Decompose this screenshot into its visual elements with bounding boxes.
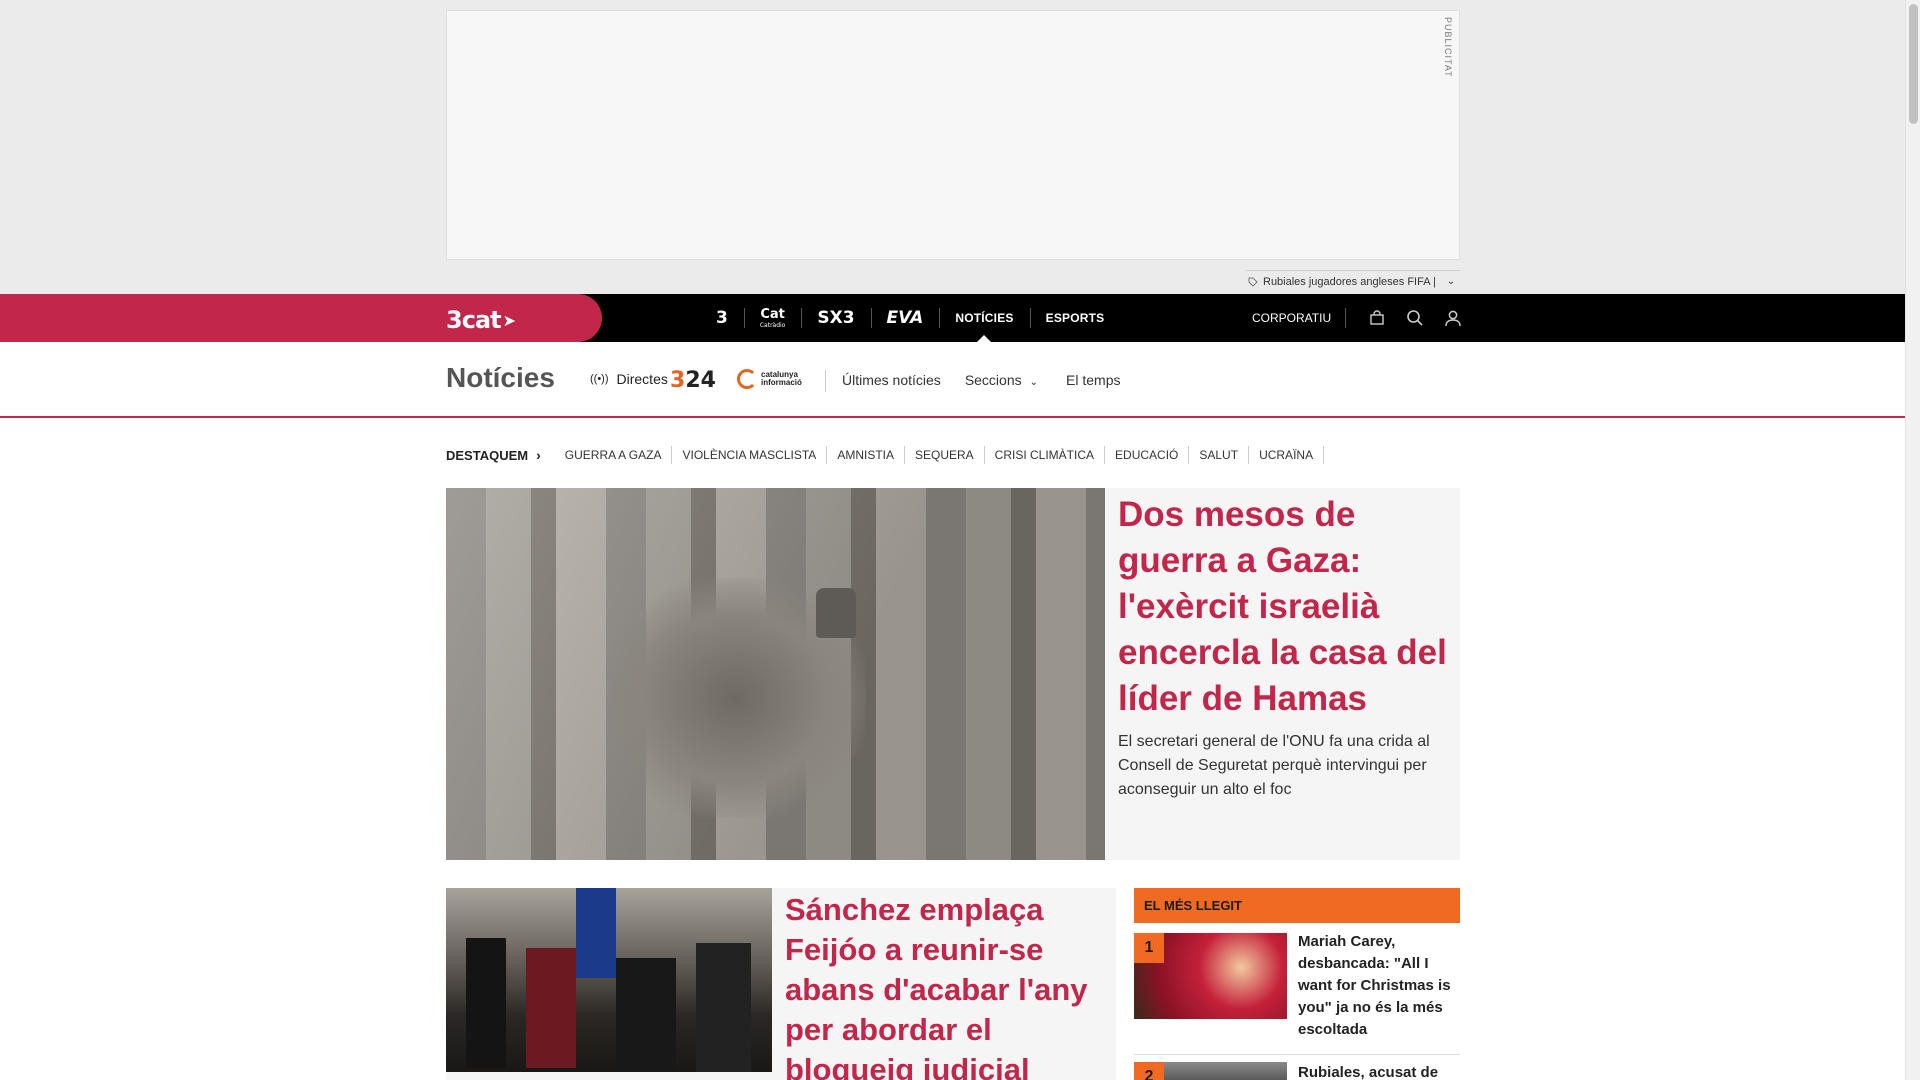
seccions-dropdown[interactable]: Seccions ⌄ [965, 372, 1038, 388]
tag-item[interactable]: CRISI CLIMÀTICA [985, 446, 1106, 464]
ad-label: PUBLICITAT [1443, 17, 1453, 78]
brand-arrow-icon: ➤ [502, 310, 516, 330]
top-right-actions: CORPORATIU [1240, 294, 1472, 342]
ad-zone: PUBLICITAT Rubiales jugadores angleses F… [0, 0, 1905, 294]
ad-topic-tag[interactable]: Rubiales jugadores angleses FIFA | ⌄ [1246, 270, 1460, 292]
rank-badge: 2 [1134, 1062, 1164, 1080]
most-read-item[interactable]: 1 Mariah Carey, desbancada: "All I want … [1134, 923, 1460, 1055]
rank-badge: 1 [1134, 933, 1164, 963]
destaquem-label[interactable]: DESTAQUEM › [446, 447, 541, 463]
article-image[interactable] [446, 888, 772, 1072]
most-read-item[interactable]: 2 Rubiales, acusat de [1134, 1062, 1460, 1080]
brand-zone: 3cat ➤ [0, 294, 602, 342]
most-read-title[interactable]: Mariah Carey, desbancada: "All I want fo… [1298, 931, 1456, 1041]
el-temps-link[interactable]: El temps [1066, 372, 1120, 388]
chevron-right-icon: › [536, 447, 541, 463]
highlight-tags: DESTAQUEM › GUERRA A GAZA VIOLÈNCIA MASCL… [446, 445, 1325, 465]
section-nav: Notícies ((•)) Directes 3 24 catalunya in… [0, 342, 1905, 418]
tag-item[interactable]: VIOLÈNCIA MASCLISTA [672, 446, 828, 464]
most-read-title[interactable]: Rubiales, acusat de [1298, 1062, 1456, 1080]
channel-noticies[interactable]: NOTÍCIES [939, 294, 1029, 342]
hero-text: Dos mesos de guerra a Gaza: l'exèrcit is… [1118, 488, 1448, 802]
channel-list: 3 Cat Catràdio SX3 EVA NOTÍCIES ESPORTS [700, 294, 1120, 342]
tag-item[interactable]: GUERRA A GAZA [555, 446, 673, 464]
hero-image[interactable] [446, 488, 1105, 860]
user-icon[interactable] [1434, 294, 1472, 342]
search-icon[interactable] [1396, 294, 1434, 342]
most-read-panel: EL MÉS LLEGIT 1 Mariah Carey, desbancada… [1134, 888, 1460, 1055]
article-card[interactable]: Sánchez emplaça Feijóo a reunir-se abans… [446, 888, 1116, 1080]
network-bar: 3cat ➤ 3 Cat Catràdio SX3 EVA NOTÍCIES ES… [0, 294, 1905, 342]
live-broadcast-icon: ((•)) [590, 373, 609, 385]
tag-item[interactable]: SALUT [1189, 446, 1250, 464]
ad-tag-text: Rubiales jugadores angleses FIFA | [1263, 275, 1436, 288]
directes-link[interactable]: ((•)) Directes [590, 371, 668, 387]
ad-banner[interactable]: PUBLICITAT [446, 10, 1460, 260]
channel-esports[interactable]: ESPORTS [1029, 294, 1121, 342]
catalunya-informacio-logo[interactable]: catalunya informació [737, 369, 817, 389]
324-logo[interactable]: 3 24 [670, 368, 716, 393]
directes-label: Directes [616, 371, 668, 387]
channel-sx3[interactable]: SX3 [801, 294, 870, 342]
shopping-bag-icon[interactable] [1358, 294, 1396, 342]
section-links: Últimes notícies Seccions ⌄ El temps [842, 372, 1120, 388]
article-headline[interactable]: Sánchez emplaça Feijóo a reunir-se abans… [785, 890, 1105, 1080]
hero-article[interactable]: Dos mesos de guerra a Gaza: l'exèrcit is… [446, 488, 1460, 860]
scrollbar-thumb[interactable] [1909, 4, 1918, 124]
hero-headline[interactable]: Dos mesos de guerra a Gaza: l'exèrcit is… [1118, 492, 1448, 722]
most-read-heading: EL MÉS LLEGIT [1134, 888, 1460, 923]
tag-item[interactable]: EDUCACIÓ [1105, 446, 1190, 464]
tag-item[interactable]: SEQUERA [905, 446, 985, 464]
divider [825, 370, 826, 392]
tag-icon [1248, 277, 1258, 287]
channel-catradio[interactable]: Cat Catràdio [743, 294, 802, 342]
chevron-down-icon: ⌄ [1029, 377, 1039, 388]
ultimes-noticies-link[interactable]: Últimes notícies [842, 372, 941, 388]
chevron-down-icon[interactable]: ⌄ [1447, 276, 1455, 287]
ci-logo-icon [737, 369, 757, 389]
tag-item[interactable]: AMNISTIA [827, 446, 905, 464]
corporatiu-link[interactable]: CORPORATIU [1240, 308, 1347, 328]
3cat-logo[interactable]: 3cat ➤ [446, 306, 516, 334]
channel-eva[interactable]: EVA [870, 294, 940, 342]
section-title[interactable]: Notícies [446, 362, 555, 394]
hero-summary: El secretari general de l'ONU fa una cri… [1118, 733, 1430, 798]
tag-item[interactable]: UCRAÏNA [1249, 446, 1325, 464]
channel-tv3[interactable]: 3 [700, 294, 744, 342]
page-scrollbar[interactable] [1905, 0, 1920, 1080]
